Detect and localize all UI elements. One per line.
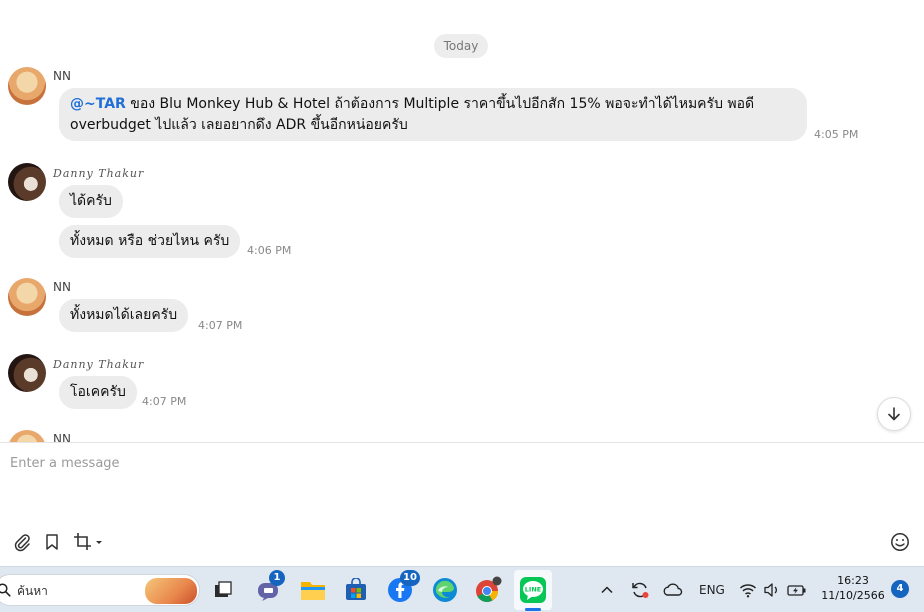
edge-icon xyxy=(433,578,457,602)
message-bubble[interactable]: ทั้งหมดได้เลยครับ xyxy=(59,299,189,332)
battery-charging-icon xyxy=(787,585,806,596)
tray-overflow-button[interactable] xyxy=(595,575,619,605)
date-separator: Today xyxy=(434,34,488,58)
message-list[interactable]: Today NN @~TAR ของ Blu Monkey Hub & Hote… xyxy=(0,0,924,442)
avatar-danny[interactable] xyxy=(8,354,46,392)
message-text: ทั้งหมดได้เลยครับ xyxy=(70,307,178,323)
teams-app[interactable]: 1 xyxy=(253,570,285,605)
wifi-tray-button[interactable] xyxy=(736,575,760,605)
search-text: ค้นหา xyxy=(17,584,48,598)
task-view-icon xyxy=(215,581,232,597)
file-explorer-app[interactable] xyxy=(298,575,328,605)
keep-button[interactable] xyxy=(41,531,63,553)
attach-button[interactable] xyxy=(11,531,33,553)
wifi-icon xyxy=(739,584,757,598)
message-text: โอเคครับ xyxy=(70,384,126,400)
search-icon xyxy=(0,583,11,597)
clock-date: 11/10/2566 xyxy=(821,589,885,602)
message-bubble[interactable]: @~TAR ของ Blu Monkey Hub & Hotel ถ้าต้อง… xyxy=(59,88,807,141)
screenshot-button[interactable] xyxy=(72,531,104,553)
notification-count-badge[interactable]: 4 xyxy=(891,580,909,598)
emoji-button[interactable] xyxy=(889,531,911,553)
line-active-indicator xyxy=(525,608,541,611)
smiley-icon xyxy=(891,533,909,551)
paperclip-icon xyxy=(14,534,30,552)
windows-taskbar: ค้นหา 1 10 LINE ENG 16:23 11/10/2566 4 xyxy=(0,566,924,612)
store-icon xyxy=(346,578,366,600)
crop-icon xyxy=(74,533,102,550)
avatar-nn[interactable] xyxy=(8,430,46,442)
folder-icon xyxy=(301,582,325,600)
sender-name: NN xyxy=(53,69,71,83)
volume-tray-button[interactable] xyxy=(760,575,784,605)
message-time: 4:06 PM xyxy=(247,244,292,257)
clock-time: 16:23 xyxy=(837,574,869,587)
line-icon: LINE xyxy=(520,577,546,603)
scroll-to-bottom-button[interactable] xyxy=(877,397,911,431)
message-bubble[interactable]: ทั้งหมด หรือ ช่วยไหน ครับ xyxy=(59,225,241,258)
taskbar-clock[interactable]: 16:23 11/10/2566 xyxy=(818,573,888,603)
message-time: 4:07 PM xyxy=(142,395,187,408)
chevron-up-icon xyxy=(601,586,613,594)
line-chat-window: Today NN @~TAR ของ Blu Monkey Hub & Hote… xyxy=(0,0,924,566)
message-input[interactable] xyxy=(10,456,890,471)
facebook-app[interactable]: 10 xyxy=(385,570,420,605)
sender-name: Danny Thakur xyxy=(53,358,145,371)
speaker-icon xyxy=(764,583,777,597)
sender-name: NN xyxy=(53,432,71,442)
teams-badge: 1 xyxy=(269,570,285,586)
avatar-nn[interactable] xyxy=(8,278,46,316)
line-app[interactable]: LINE xyxy=(518,575,548,605)
message-text: ของ Blu Monkey Hub & Hotel ถ้าต้องการ Mu… xyxy=(125,96,755,112)
sync-tray-button[interactable] xyxy=(627,575,653,605)
message-text: ได้ครับ xyxy=(70,193,112,209)
chrome-icon xyxy=(476,576,502,602)
sender-name: NN xyxy=(53,280,71,294)
bookmark-icon xyxy=(46,534,58,550)
onedrive-tray-button[interactable] xyxy=(660,575,686,605)
message-text: ทั้งหมด หรือ ช่วยไหน ครับ xyxy=(70,233,230,249)
search-highlight-image xyxy=(145,578,197,604)
taskbar-search[interactable]: ค้นหา xyxy=(0,574,200,606)
task-view-button[interactable] xyxy=(208,575,238,605)
message-time: 4:05 PM xyxy=(814,128,859,141)
message-bubble[interactable]: ได้ครับ xyxy=(59,185,123,218)
message-bubble[interactable]: โอเคครับ xyxy=(59,376,137,409)
cloud-icon xyxy=(663,583,683,596)
chrome-app[interactable] xyxy=(473,575,503,605)
edge-app[interactable] xyxy=(430,575,460,605)
avatar-nn[interactable] xyxy=(8,67,46,105)
svg-text:LINE: LINE xyxy=(525,586,541,594)
sync-icon xyxy=(632,582,649,598)
message-composer xyxy=(0,442,924,566)
arrow-down-icon xyxy=(888,407,900,421)
message-text: overbudget ไปแล้ว เลยอยากดึง ADR ขึ้นอีก… xyxy=(70,117,408,133)
message-time: 4:07 PM xyxy=(198,319,243,332)
mention-tag[interactable]: @~TAR xyxy=(70,96,126,112)
sender-name: Danny Thakur xyxy=(53,167,145,180)
avatar-danny[interactable] xyxy=(8,163,46,201)
input-language[interactable]: ENG xyxy=(699,583,725,597)
facebook-badge: 10 xyxy=(400,570,420,586)
store-app[interactable] xyxy=(341,575,371,605)
battery-tray-button[interactable] xyxy=(784,575,810,605)
